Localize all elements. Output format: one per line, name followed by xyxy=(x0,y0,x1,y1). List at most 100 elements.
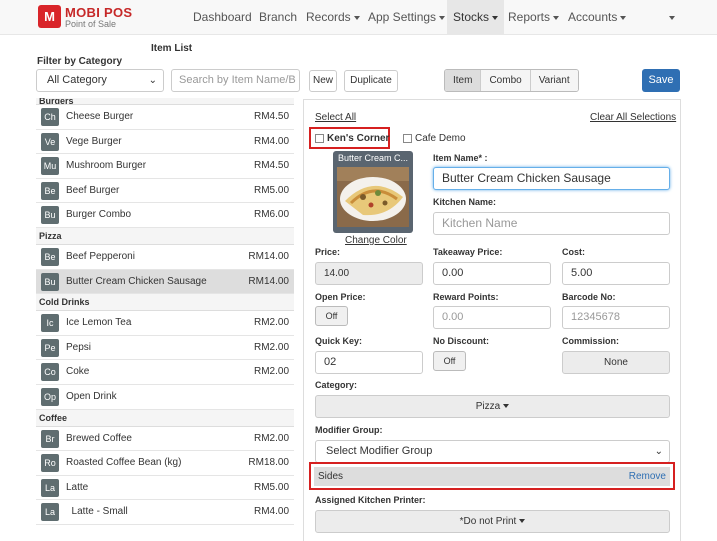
price-input[interactable]: 14.00 xyxy=(315,262,423,285)
nav-records[interactable]: Records xyxy=(306,0,360,34)
item-price: RM14.00 xyxy=(248,275,289,287)
no-discount-toggle[interactable]: Off xyxy=(433,351,466,371)
item-name-input[interactable]: Butter Cream Chicken Sausage xyxy=(433,167,670,190)
item-price: RM2.00 xyxy=(253,366,289,378)
branch-checkbox-cafe-demo[interactable]: Cafe Demo xyxy=(403,133,466,144)
category-header: Coffee xyxy=(36,409,294,427)
kitchen-printer-dropdown[interactable]: *Do not Print xyxy=(315,510,670,533)
item-price: RM14.00 xyxy=(248,250,289,262)
filter-by-category-label: Filter by Category xyxy=(37,56,123,67)
item-row[interactable]: Op Open Drink xyxy=(36,385,294,410)
item-badge: Bu xyxy=(41,206,59,225)
modifier-group-label: Modifier Group: xyxy=(315,425,383,435)
nav-dashboard[interactable]: Dashboard xyxy=(193,0,252,34)
item-row[interactable]: Be Beef Pepperoni RM14.00 xyxy=(36,245,294,270)
user-menu-dropdown[interactable] xyxy=(666,0,675,34)
nav-label: Dashboard xyxy=(193,10,252,24)
tab-combo[interactable]: Combo xyxy=(481,70,531,91)
chevron-down-icon: ⌄ xyxy=(654,446,663,457)
item-badge: Mu xyxy=(41,157,59,176)
modifier-group-select[interactable]: Select Modifier Group ⌄ xyxy=(315,440,670,463)
save-button[interactable]: Save xyxy=(642,69,680,92)
new-item-button[interactable]: New xyxy=(309,70,337,92)
brand-name[interactable]: MOBI POS xyxy=(65,5,132,20)
item-row[interactable]: La Latte - Small RM4.00 xyxy=(36,500,294,525)
item-price: RM5.00 xyxy=(253,481,289,493)
item-row[interactable]: Bu Butter Cream Chicken Sausage RM14.00 xyxy=(36,269,294,295)
checkbox-icon xyxy=(315,133,324,143)
item-badge: Ic xyxy=(41,314,59,333)
open-price-toggle[interactable]: Off xyxy=(315,306,348,326)
change-color-link[interactable]: Change Color xyxy=(345,235,407,246)
chevron-down-icon xyxy=(503,404,510,409)
cost-input[interactable]: 5.00 xyxy=(562,262,670,285)
nav-label: Reports xyxy=(508,10,551,24)
quick-key-label: Quick Key: xyxy=(315,336,363,346)
item-row[interactable]: Pe Pepsi RM2.00 xyxy=(36,336,294,361)
item-row[interactable]: Ic Ice Lemon Tea RM2.00 xyxy=(36,311,294,336)
item-row[interactable]: Mu Mushroom Burger RM4.50 xyxy=(36,154,294,179)
item-name: Butter Cream Chicken Sausage xyxy=(66,275,207,287)
item-thumbnail[interactable]: Butter Cream C... xyxy=(333,151,413,233)
nav-label: Accounts xyxy=(568,10,618,24)
item-row[interactable]: Co Coke RM2.00 xyxy=(36,360,294,385)
nav-branch[interactable]: Branch xyxy=(259,0,297,34)
thumbnail-title: Butter Cream C... xyxy=(337,153,409,163)
duplicate-button[interactable]: Duplicate xyxy=(344,70,398,92)
nav-stocks[interactable]: Stocks xyxy=(447,0,505,34)
item-badge: Be xyxy=(41,247,59,266)
kitchen-printer-value: *Do not Print xyxy=(459,516,517,527)
item-name: Burger Combo xyxy=(66,209,132,221)
item-name: Vege Burger xyxy=(66,135,122,147)
item-row[interactable]: Ch Cheese Burger RM4.50 xyxy=(36,105,294,130)
item-row[interactable]: Ve Vege Burger RM4.00 xyxy=(36,130,294,155)
barcode-input[interactable]: 12345678 xyxy=(562,306,670,329)
item-row[interactable]: Br Brewed Coffee RM2.00 xyxy=(36,427,294,452)
item-row[interactable]: La Latte RM5.00 xyxy=(36,476,294,501)
nav-reports[interactable]: Reports xyxy=(508,0,560,34)
category-label: Category: xyxy=(315,380,358,390)
nav-app-settings[interactable]: App Settings xyxy=(368,0,446,34)
no-discount-label: No Discount: xyxy=(433,336,489,346)
tab-item[interactable]: Item xyxy=(445,70,482,91)
chevron-down-icon xyxy=(492,15,499,20)
item-price: RM2.00 xyxy=(253,432,289,444)
item-name: Ice Lemon Tea xyxy=(66,317,132,329)
item-badge: Bu xyxy=(41,272,59,291)
nav-accounts[interactable]: Accounts xyxy=(568,0,627,34)
quick-key-input[interactable]: 02 xyxy=(315,351,423,374)
item-name-label: Item Name* : xyxy=(433,153,488,163)
cost-label: Cost: xyxy=(562,247,585,257)
branch-label: Cafe Demo xyxy=(415,133,466,144)
branch-checkbox-kens-corner[interactable]: Ken's Corner xyxy=(315,133,389,144)
chevron-down-icon xyxy=(669,15,675,20)
select-all-link[interactable]: Select All xyxy=(315,112,356,123)
category-dropdown-value: Pizza xyxy=(475,401,501,412)
item-price: RM4.00 xyxy=(253,506,289,518)
item-price: RM2.00 xyxy=(253,341,289,353)
category-filter-select[interactable]: All Category ⌄ xyxy=(36,69,164,92)
reward-points-input[interactable]: 0.00 xyxy=(433,306,551,329)
mobi-pos-logo[interactable]: M xyxy=(38,5,61,28)
item-name: Cheese Burger xyxy=(66,111,134,122)
item-list[interactable]: Burgers Ch Cheese Burger RM4.50 Ve Vege Burge… xyxy=(36,98,294,541)
item-row[interactable]: Be Beef Burger RM5.00 xyxy=(36,179,294,204)
item-badge: Ve xyxy=(41,132,59,151)
commission-label: Commission: xyxy=(562,336,620,346)
item-row[interactable]: Bu Burger Combo RM6.00 xyxy=(36,203,294,228)
item-name: Latte - Small xyxy=(66,506,128,518)
category-header: Burgers xyxy=(36,98,294,105)
item-badge: Ch xyxy=(41,108,59,126)
item-price: RM18.00 xyxy=(248,457,289,469)
item-search-input[interactable]: Search by Item Name/B xyxy=(171,69,300,92)
commission-select[interactable]: None xyxy=(562,351,670,374)
item-price: RM4.50 xyxy=(253,111,289,122)
takeaway-price-input[interactable]: 0.00 xyxy=(433,262,551,285)
clear-all-selections-link[interactable]: Clear All Selections xyxy=(590,112,676,123)
item-badge: Co xyxy=(41,363,59,382)
item-price: RM5.00 xyxy=(253,184,289,196)
category-dropdown[interactable]: Pizza xyxy=(315,395,670,418)
tab-variant[interactable]: Variant xyxy=(530,70,578,91)
item-row[interactable]: Ro Roasted Coffee Bean (kg) RM18.00 xyxy=(36,451,294,476)
kitchen-name-input[interactable]: Kitchen Name xyxy=(433,212,670,235)
